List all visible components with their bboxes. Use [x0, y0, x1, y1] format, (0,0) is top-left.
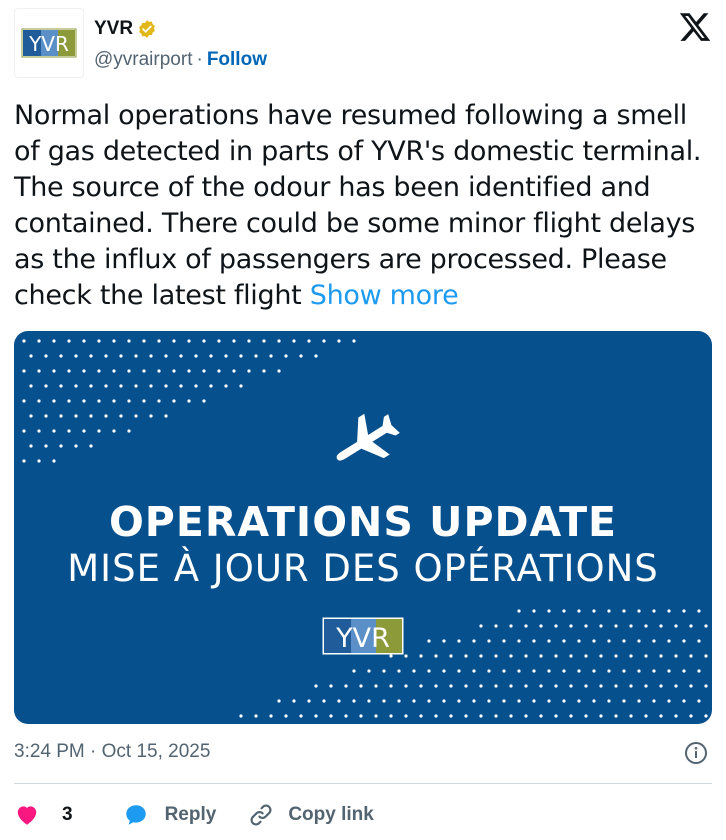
media-subtitle: MISE À JOUR DES OPÉRATIONS: [67, 547, 659, 590]
tweet-text: Normal operations have resumed following…: [14, 98, 714, 314]
link-icon: [250, 804, 272, 826]
copy-link-button[interactable]: Copy link: [248, 802, 374, 828]
display-name[interactable]: YVR: [94, 18, 133, 40]
divider: [14, 783, 712, 784]
x-logo-icon[interactable]: [678, 10, 712, 44]
svg-text:YVR: YVR: [28, 32, 69, 56]
reply-button[interactable]: Reply: [123, 802, 217, 828]
media-image[interactable]: OPERATIONS UPDATE MISE À JOUR DES OPÉRAT…: [14, 331, 712, 724]
reply-label: Reply: [164, 804, 217, 825]
media-yvr-logo: YVR: [322, 617, 404, 655]
timestamp[interactable]: 3:24 PM · Oct 15, 2025: [14, 741, 210, 763]
copy-link-label: Copy link: [288, 804, 374, 825]
avatar[interactable]: YVR: [14, 8, 84, 78]
airplane-icon: [336, 413, 400, 461]
speech-bubble-icon: [125, 805, 146, 825]
like-button[interactable]: 3: [14, 802, 73, 828]
verified-badge-icon: [139, 20, 155, 38]
heart-icon: [17, 806, 37, 825]
handle-row: @yvrairport · Follow: [94, 49, 267, 71]
name-row: YVR: [94, 18, 157, 40]
follow-button[interactable]: Follow: [207, 49, 267, 70]
handle[interactable]: @yvrairport: [94, 49, 192, 70]
tweet-header: YVR YVR @yvrairport · Follow: [14, 8, 712, 78]
show-more-link[interactable]: Show more: [310, 280, 459, 311]
yvr-logo: YVR: [21, 28, 77, 58]
svg-text:YVR: YVR: [335, 623, 390, 654]
action-bar: 3 Reply Copy link: [14, 798, 406, 832]
media-title: OPERATIONS UPDATE: [108, 498, 618, 546]
info-icon[interactable]: [684, 741, 708, 765]
like-count: 3: [62, 804, 73, 825]
separator: ·: [196, 49, 203, 70]
